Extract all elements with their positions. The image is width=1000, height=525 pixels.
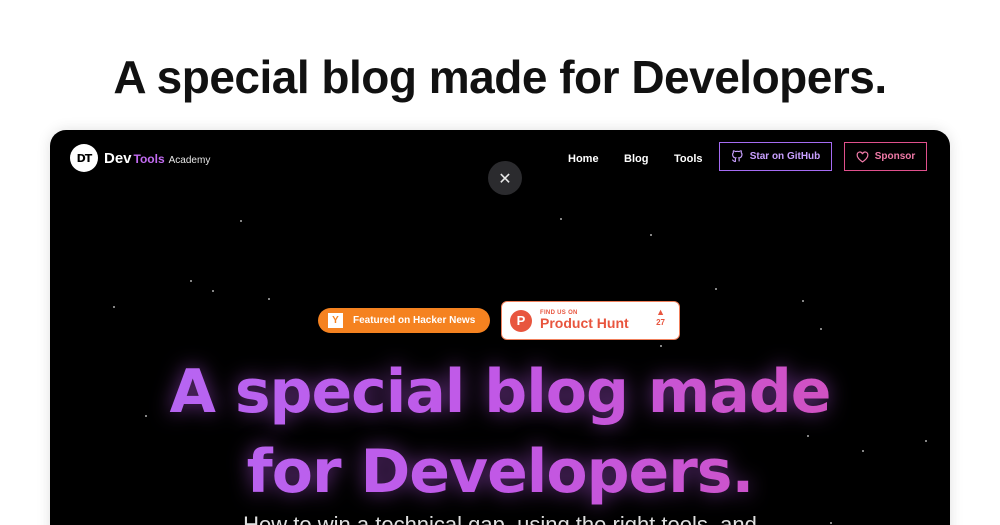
star-decoration xyxy=(660,345,662,347)
star-decoration xyxy=(715,288,717,290)
star-on-github-button[interactable]: Star on GitHub xyxy=(719,142,832,171)
nav-link-home[interactable]: Home xyxy=(568,153,599,165)
hacker-news-label: Featured on Hacker News xyxy=(353,315,476,326)
star-decoration xyxy=(650,234,652,236)
vote-count: 27 xyxy=(656,318,665,327)
star-decoration xyxy=(560,218,562,220)
logo-dev: Dev xyxy=(104,149,132,167)
logo-academy: Academy xyxy=(168,154,211,166)
hero-title-line-1: A special blog made xyxy=(50,352,950,432)
product-hunt-badge[interactable]: P FIND US ON Product Hunt ▲ 27 xyxy=(501,301,680,340)
github-button-label: Star on GitHub xyxy=(749,151,821,162)
sponsor-button-label: Sponsor xyxy=(874,151,916,162)
star-decoration xyxy=(190,280,192,282)
star-decoration xyxy=(240,220,242,222)
product-hunt-label: Product Hunt xyxy=(540,315,629,331)
nav-link-blog[interactable]: Blog xyxy=(624,153,648,165)
sponsor-button[interactable]: Sponsor xyxy=(844,142,927,171)
close-icon[interactable]: ✕ xyxy=(488,161,522,195)
star-decoration xyxy=(802,300,804,302)
site-logo[interactable]: DT Dev Tools Academy xyxy=(70,144,210,172)
star-decoration xyxy=(268,298,270,300)
hero-subtitle: How to win a technical gap, using the ri… xyxy=(243,512,757,525)
heart-icon xyxy=(856,150,869,163)
star-decoration xyxy=(113,306,115,308)
page-title: A special blog made for Developers. xyxy=(113,51,887,103)
logo-mark: DT xyxy=(70,144,98,172)
hero-title-line-2: for Developers. xyxy=(50,432,950,512)
star-decoration xyxy=(820,328,822,330)
product-hunt-texts: FIND US ON Product Hunt xyxy=(540,310,629,331)
nav-link-tools[interactable]: Tools xyxy=(674,153,703,165)
logo-tools: Tools xyxy=(133,151,165,166)
product-hunt-votes: ▲ 27 xyxy=(656,307,665,327)
upvote-arrow-icon: ▲ xyxy=(656,307,665,317)
star-decoration xyxy=(212,290,214,292)
product-hunt-icon: P xyxy=(510,309,532,332)
hacker-news-icon: Y xyxy=(328,313,343,328)
hero-title: A special blog made for Developers. xyxy=(50,352,950,512)
hacker-news-badge[interactable]: Y Featured on Hacker News xyxy=(318,308,490,333)
logo-wordmark: Dev Tools Academy xyxy=(104,150,210,167)
github-icon xyxy=(731,150,743,163)
screenshot-frame: DT Dev Tools Academy Home Blog Tools Sta… xyxy=(50,130,950,525)
